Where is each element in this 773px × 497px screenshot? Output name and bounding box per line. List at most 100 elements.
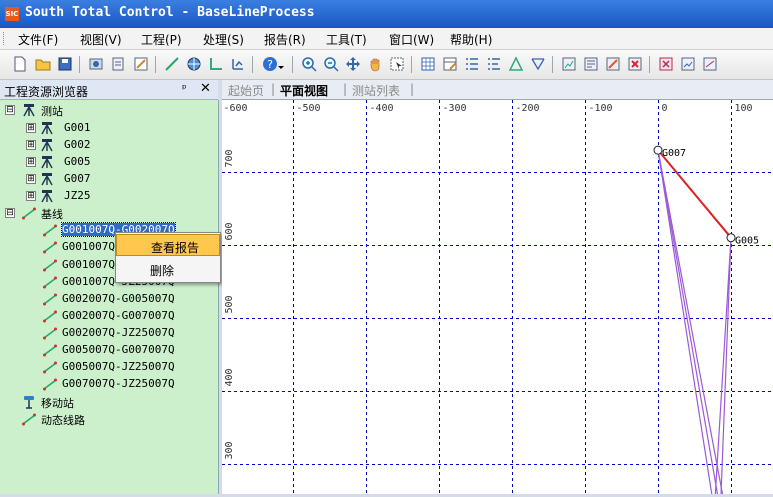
help-icon[interactable]: ? xyxy=(262,56,278,72)
dropdown-arrow-icon[interactable] xyxy=(277,56,285,72)
menu-item-label: 删除 xyxy=(150,264,175,278)
tab-divider: | xyxy=(271,82,276,96)
menu-help[interactable]: 帮助(H) xyxy=(450,31,492,48)
grid-icon[interactable] xyxy=(420,56,436,72)
y-tick-label: 400 xyxy=(224,368,235,386)
zoom-in-icon[interactable] xyxy=(301,56,317,72)
hand-icon[interactable] xyxy=(367,56,383,72)
project-explorer-title: 工程资源浏览器 xyxy=(4,85,89,99)
title-bar: SIC South Total Control - BaseLineProces… xyxy=(0,0,773,28)
toolbar-separator xyxy=(292,56,293,73)
tree-label: G005007Q-G007007Q xyxy=(62,343,175,356)
x-tick-label: -300 xyxy=(443,103,467,114)
expand-icon[interactable]: ⊞ xyxy=(26,157,36,167)
report-icon[interactable] xyxy=(561,56,577,72)
new-file-icon[interactable] xyxy=(12,56,28,72)
toolbar-separator xyxy=(79,56,80,73)
baseline-icon xyxy=(43,378,57,391)
menu-project[interactable]: 工程(P) xyxy=(141,31,182,48)
report-list-icon[interactable] xyxy=(583,56,599,72)
toolbar-separator xyxy=(552,56,553,73)
y-tick-label: 700 xyxy=(224,149,235,167)
select-icon[interactable] xyxy=(389,56,405,72)
station-icon[interactable] xyxy=(110,56,126,72)
y-tick-label: 500 xyxy=(224,295,235,313)
tree-label: G007 xyxy=(64,172,91,185)
x-tick-label: -500 xyxy=(297,103,321,114)
baseline-icon[interactable] xyxy=(164,56,180,72)
plan-view-plot[interactable]: -600-500-400-300-200-1000100800700600500… xyxy=(220,76,773,497)
report-more-icon[interactable] xyxy=(702,56,718,72)
tree-label: 基线 xyxy=(41,208,63,221)
tree-node-baselines[interactable]: ⊟ 基线 xyxy=(5,205,205,221)
open-folder-icon[interactable] xyxy=(35,56,51,72)
report-x-icon[interactable] xyxy=(658,56,674,72)
collapse-icon[interactable]: ⊟ xyxy=(5,105,15,115)
baseline-icon xyxy=(43,224,57,237)
tree-label: G007007Q-JZ25007Q xyxy=(62,377,175,390)
context-menu: 查看报告 删除 xyxy=(115,232,221,283)
chart-icon[interactable] xyxy=(230,56,246,72)
baseline-icon xyxy=(43,241,57,254)
import-icon[interactable] xyxy=(88,56,104,72)
menu-item-label: 查看报告 xyxy=(151,241,200,255)
list-icon[interactable] xyxy=(464,56,480,72)
baseline-icon xyxy=(43,259,57,272)
view-tabs: 起始页 | 平面视图 | 测站列表 | xyxy=(222,80,773,100)
tab-plan-view[interactable]: 平面视图 xyxy=(280,82,328,99)
x-tick-label: -200 xyxy=(516,103,540,114)
tab-start-page[interactable]: 起始页 xyxy=(228,82,264,99)
tree-label: G002007Q-G005007Q xyxy=(62,292,175,305)
close-panel-icon[interactable]: ✕ xyxy=(200,81,211,96)
menu-process[interactable]: 处理(S) xyxy=(203,31,244,48)
tree-label: 动态线路 xyxy=(41,414,85,427)
x-tick-label: 100 xyxy=(735,103,753,114)
menu-window[interactable]: 窗口(W) xyxy=(389,31,434,48)
baseline-icon xyxy=(43,293,57,306)
menu-report[interactable]: 报告(R) xyxy=(264,31,306,48)
tripod-icon xyxy=(23,104,35,117)
y-tick-label: 300 xyxy=(224,441,235,459)
list-detail-icon[interactable] xyxy=(486,56,502,72)
expand-icon[interactable]: ⊞ xyxy=(26,140,36,150)
tab-divider: | xyxy=(343,82,348,96)
baseline-line xyxy=(720,237,732,497)
menu-tools[interactable]: 工具(T) xyxy=(326,31,367,48)
axis-icon[interactable] xyxy=(208,56,224,72)
tree-node-stations[interactable]: ⊟ 测站 xyxy=(5,102,205,118)
context-delete[interactable]: 删除 xyxy=(116,258,220,280)
menu-view[interactable]: 视图(V) xyxy=(80,31,122,48)
toolbar-separator xyxy=(155,56,156,73)
expand-icon[interactable]: ⊞ xyxy=(26,174,36,184)
plan-view-canvas[interactable]: -600-500-400-300-200-1000100800700600500… xyxy=(220,76,773,497)
pin-icon[interactable]: ᵖ xyxy=(182,82,187,95)
tree-label: G002007Q-JZ25007Q xyxy=(62,326,175,339)
tripod-icon xyxy=(41,190,53,203)
globe-icon[interactable] xyxy=(186,56,202,72)
tab-station-list[interactable]: 测站列表 xyxy=(352,82,400,99)
menu-grip-icon xyxy=(3,32,6,45)
station-point xyxy=(653,145,663,155)
menu-file[interactable]: 文件(F) xyxy=(18,31,58,48)
expand-icon[interactable]: ⊞ xyxy=(26,123,36,133)
save-icon[interactable] xyxy=(57,56,73,72)
edit-icon[interactable] xyxy=(133,56,149,72)
station-label: G007 xyxy=(662,148,686,159)
station-point xyxy=(726,233,736,243)
x-tick-label: -600 xyxy=(224,103,248,114)
toolbar-separator xyxy=(649,56,650,73)
baseline-icon xyxy=(43,276,57,289)
triangle-icon[interactable] xyxy=(508,56,524,72)
network-icon[interactable] xyxy=(530,56,546,72)
table-edit-icon[interactable] xyxy=(442,56,458,72)
report-edit-icon[interactable] xyxy=(605,56,621,72)
expand-icon[interactable]: ⊞ xyxy=(26,191,36,201)
zoom-out-icon[interactable] xyxy=(323,56,339,72)
report-delete-icon[interactable] xyxy=(627,56,643,72)
report-chart-icon[interactable] xyxy=(680,56,696,72)
context-view-report[interactable]: 查看报告 xyxy=(116,234,220,256)
project-explorer-header: 工程资源浏览器 ᵖ ✕ xyxy=(0,80,218,100)
tree-label: G001007Q xyxy=(62,240,115,253)
collapse-icon[interactable]: ⊟ xyxy=(5,208,15,218)
pan-icon[interactable] xyxy=(345,56,361,72)
